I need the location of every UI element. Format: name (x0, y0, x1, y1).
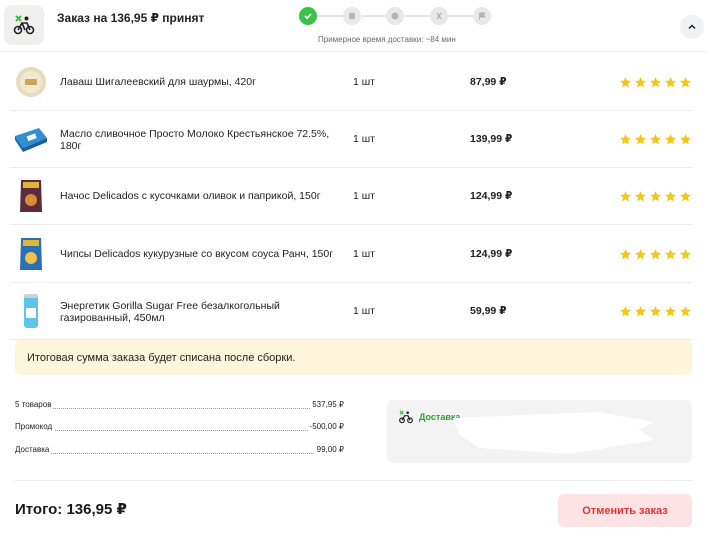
star-icon[interactable] (649, 305, 662, 318)
star-icon[interactable] (664, 133, 677, 146)
order-item: Чипсы Delicados кукурузные со вкусом соу… (10, 226, 692, 283)
star-icon[interactable] (619, 133, 632, 146)
star-icon[interactable] (664, 305, 677, 318)
order-total: Итого: 136,95 ₽ (15, 501, 127, 518)
item-price: 139,99 ₽ (470, 133, 513, 145)
item-price: 59,99 ₽ (470, 305, 507, 317)
star-icon[interactable] (664, 190, 677, 203)
summary-value: 537,95 ₽ (310, 400, 344, 409)
item-quantity: 1 шт (353, 190, 375, 202)
dotted-leader (15, 453, 344, 454)
star-icon[interactable] (679, 76, 692, 89)
summary-value: 99,00 ₽ (314, 445, 344, 454)
order-item: Начос Delicados с кусочками оливок и пап… (10, 168, 692, 225)
star-icon[interactable] (679, 190, 692, 203)
star-icon[interactable] (619, 76, 632, 89)
summary-value: -500,00 ₽ (307, 422, 344, 431)
star-icon[interactable] (634, 133, 647, 146)
clock-icon (391, 12, 399, 20)
status-accepted-step (299, 7, 317, 25)
star-icon[interactable] (679, 305, 692, 318)
item-quantity: 1 шт (353, 305, 375, 317)
summary-label: Доставка (15, 445, 52, 454)
cancel-order-button[interactable]: Отменить заказ (558, 494, 692, 527)
item-quantity: 1 шт (353, 76, 375, 88)
summary-promo-row: Промокод -500,00 ₽ (15, 422, 344, 434)
order-item: Масло сливочное Просто Молоко Крестьянск… (10, 111, 692, 168)
status-timer-step (386, 7, 404, 25)
product-image (12, 235, 50, 273)
star-icon[interactable] (664, 248, 677, 261)
star-icon[interactable] (634, 190, 647, 203)
product-image (12, 292, 50, 330)
product-image (12, 177, 50, 215)
courier-logo (4, 5, 44, 45)
delivery-eta: Примерное время доставки: ~84 мин (318, 35, 456, 44)
product-image (12, 120, 50, 158)
item-name: Начос Delicados с кусочками оливок и пап… (60, 190, 321, 202)
status-cooking-step (343, 7, 361, 25)
item-rating[interactable] (619, 76, 692, 89)
star-icon[interactable] (619, 305, 632, 318)
chef-icon (349, 13, 355, 19)
courier-icon (436, 12, 442, 20)
summary-items-row: 5 товаров 537,95 ₽ (15, 400, 344, 412)
status-courier-step (430, 7, 448, 25)
delivery-address-card: Доставка (387, 400, 692, 463)
dotted-leader (15, 430, 344, 431)
star-icon[interactable] (619, 248, 632, 261)
order-item: Лаваш Шигалеевский для шаурмы, 420г 1 шт… (10, 54, 692, 111)
star-icon[interactable] (619, 190, 632, 203)
item-name: Энергетик Gorilla Sugar Free безалкоголь… (60, 300, 280, 324)
status-delivered-step (473, 7, 491, 25)
redacted-address (453, 412, 654, 454)
item-rating[interactable] (619, 133, 692, 146)
star-icon[interactable] (649, 190, 662, 203)
collapse-button[interactable] (680, 15, 704, 39)
divider (15, 480, 692, 481)
item-price: 124,99 ₽ (470, 248, 513, 260)
star-icon[interactable] (634, 76, 647, 89)
item-quantity: 1 шт (353, 133, 375, 145)
product-image (12, 63, 50, 101)
star-icon[interactable] (664, 76, 677, 89)
courier-icon (13, 15, 35, 35)
item-price: 87,99 ₽ (470, 76, 507, 88)
star-icon[interactable] (649, 248, 662, 261)
summary-label: Промокод (15, 422, 55, 431)
star-icon[interactable] (679, 133, 692, 146)
item-rating[interactable] (619, 248, 692, 261)
star-icon[interactable] (649, 133, 662, 146)
item-name: Чипсы Delicados кукурузные со вкусом соу… (60, 248, 334, 260)
check-icon (304, 13, 312, 20)
item-price: 124,99 ₽ (470, 190, 513, 202)
star-icon[interactable] (679, 248, 692, 261)
star-icon[interactable] (634, 305, 647, 318)
star-icon[interactable] (634, 248, 647, 261)
order-item: Энергетик Gorilla Sugar Free безалкоголь… (10, 283, 692, 340)
item-quantity: 1 шт (353, 248, 375, 260)
order-status-stepper (299, 7, 499, 25)
order-header: Заказ на 136,95 ₽ принят Примерное время… (0, 0, 708, 52)
summary-label: 5 товаров (15, 400, 54, 409)
order-title: Заказ на 136,95 ₽ принят (57, 11, 205, 25)
item-name: Лаваш Шигалеевский для шаурмы, 420г (60, 76, 256, 88)
summary-delivery-row: Доставка 99,00 ₽ (15, 445, 344, 457)
flag-icon (479, 12, 486, 20)
chevron-up-icon (688, 24, 696, 30)
courier-icon (399, 410, 413, 424)
item-name: Масло сливочное Просто Молоко Крестьянск… (60, 128, 330, 152)
dotted-leader (15, 408, 344, 409)
item-rating[interactable] (619, 190, 692, 203)
star-icon[interactable] (649, 76, 662, 89)
item-rating[interactable] (619, 305, 692, 318)
payment-notice: Итоговая сумма заказа будет списана посл… (15, 340, 692, 375)
